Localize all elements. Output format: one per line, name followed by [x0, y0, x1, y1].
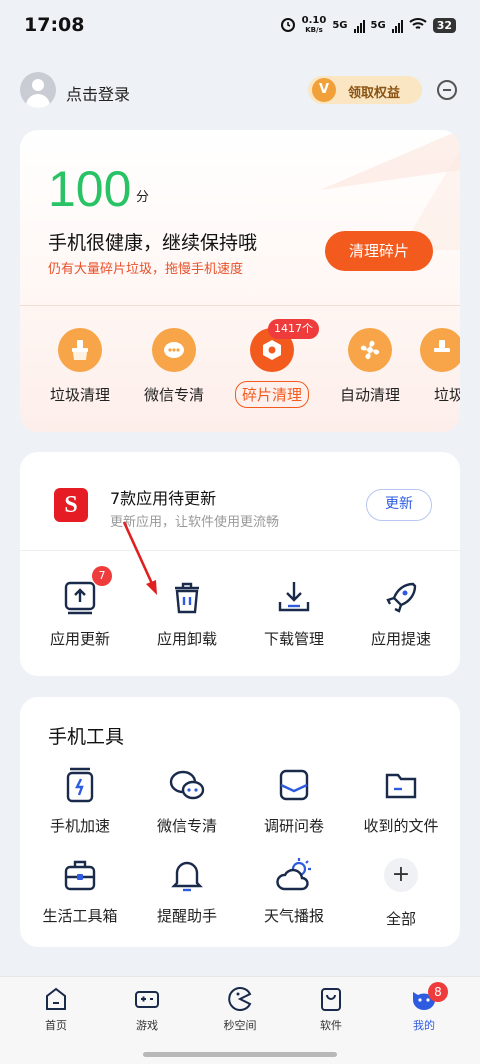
tool-received-files[interactable]: 收到的文件	[351, 765, 451, 836]
weather-icon	[274, 855, 314, 895]
health-title: 手机很健康，继续保持哦	[48, 232, 258, 254]
entry-label: 应用提速	[370, 630, 431, 648]
entry-label: 下载管理	[263, 630, 324, 648]
divider	[20, 550, 460, 551]
trash-icon	[167, 578, 207, 618]
app-update-icon	[60, 578, 100, 618]
vip-benefits-button[interactable]: V 领取权益	[308, 76, 422, 104]
tool-wechat-clean[interactable]: 微信专清	[137, 765, 237, 836]
bag-icon	[318, 986, 344, 1012]
nav-label: 秒空间	[223, 1019, 257, 1032]
net-unit: KB/s	[305, 26, 323, 34]
app-uninstall-entry[interactable]: 应用卸载	[137, 578, 237, 649]
download-manager-entry[interactable]: 下载管理	[244, 578, 344, 649]
quick-label: 碎片清理	[234, 381, 309, 408]
wifi-icon	[409, 17, 427, 34]
vip-icon: V	[312, 78, 336, 102]
status-time: 17:08	[24, 14, 85, 36]
nav-label: 游戏	[136, 1019, 158, 1032]
quick-label: 微信专清	[143, 386, 204, 404]
score-unit: 分	[136, 190, 150, 205]
quick-label: 垃圾清理	[434, 386, 460, 404]
nav-profile[interactable]: 我的	[384, 986, 464, 1033]
phone-boost-icon	[60, 765, 100, 805]
sim1-label: 5G	[332, 20, 348, 31]
quick-label: 自动清理	[339, 386, 400, 404]
fan-icon	[348, 328, 392, 372]
quick-auto-clean[interactable]: 自动清理	[325, 328, 415, 405]
broom-icon	[420, 328, 460, 372]
tool-all[interactable]: + 全部	[351, 855, 451, 929]
broom-icon	[58, 328, 102, 372]
tools-title: 手机工具	[48, 726, 125, 748]
profile-badge: 8	[428, 982, 448, 1002]
net-speed: 0.10	[301, 15, 327, 26]
quick-label: 垃圾清理	[49, 386, 110, 404]
tool-label: 提醒助手	[156, 907, 217, 925]
divider	[20, 305, 460, 306]
health-score: 100	[48, 161, 132, 217]
download-icon	[274, 578, 314, 618]
nav-label: 首页	[45, 1019, 67, 1032]
wechat-icon	[167, 765, 207, 805]
quick-junk-clean-2[interactable]: 垃圾清理	[420, 328, 460, 405]
tool-label: 收到的文件	[363, 817, 439, 835]
app-speedup-entry[interactable]: 应用提速	[351, 578, 451, 649]
entry-label: 应用更新	[49, 630, 110, 648]
nav-software[interactable]: 软件	[291, 986, 371, 1033]
health-subtitle: 仍有大量碎片垃圾，拖慢手机速度	[48, 262, 244, 277]
quick-junk-clean[interactable]: 垃圾清理	[35, 328, 125, 405]
pacman-icon	[227, 986, 253, 1012]
battery-icon: 32	[432, 18, 456, 33]
alarm-icon	[280, 16, 296, 35]
tool-label: 微信专清	[156, 817, 217, 835]
app-update-entry[interactable]: 应用更新	[30, 578, 130, 649]
sogou-app-icon: S	[54, 488, 88, 522]
nav-home[interactable]: 首页	[16, 986, 96, 1033]
tool-label: 手机加速	[49, 817, 110, 835]
nav-label: 我的	[413, 1019, 435, 1032]
rocket-icon	[381, 578, 421, 618]
tool-label: 全部	[385, 910, 416, 928]
home-icon	[43, 986, 69, 1012]
clean-fragments-button[interactable]: 清理碎片	[325, 231, 433, 271]
login-link[interactable]: 点击登录	[66, 81, 130, 105]
gamepad-icon	[134, 986, 160, 1012]
signal-icon-2	[391, 19, 403, 33]
wechat-icon	[152, 328, 196, 372]
tool-weather[interactable]: 天气播报	[244, 855, 344, 926]
update-button[interactable]: 更新	[366, 489, 432, 521]
sim2-label: 5G	[370, 20, 386, 31]
quick-fragment-clean[interactable]: 碎片清理	[227, 328, 317, 408]
survey-icon	[274, 765, 314, 805]
signal-icon	[353, 19, 365, 33]
fragment-count-badge: 1417个	[268, 319, 319, 339]
folder-icon	[381, 765, 421, 805]
nav-label: 软件	[320, 1019, 342, 1032]
vip-benefits-label: 领取权益	[348, 86, 401, 101]
plus-icon: +	[384, 858, 418, 892]
home-indicator[interactable]	[143, 1052, 337, 1057]
tool-reminder[interactable]: 提醒助手	[137, 855, 237, 926]
nav-space[interactable]: 秒空间	[200, 986, 280, 1033]
status-icons: 0.10 KB/s 5G 5G 32	[280, 16, 456, 35]
tool-label: 天气播报	[263, 907, 324, 925]
update-count-badge: 7	[92, 566, 112, 586]
bell-icon	[167, 855, 207, 895]
pending-updates-subtitle: 更新应用，让软件使用更流畅	[110, 515, 280, 530]
nav-games[interactable]: 游戏	[107, 986, 187, 1033]
tool-label: 调研问卷	[263, 817, 324, 835]
tool-survey[interactable]: 调研问卷	[244, 765, 344, 836]
pending-updates-title: 7款应用待更新	[110, 489, 217, 508]
quick-wechat-clean[interactable]: 微信专清	[129, 328, 219, 405]
avatar[interactable]	[20, 72, 56, 108]
tool-phone-boost[interactable]: 手机加速	[30, 765, 130, 836]
entry-label: 应用卸载	[156, 630, 217, 648]
minus-circle-icon[interactable]	[437, 80, 457, 100]
tool-label: 生活工具箱	[42, 907, 118, 925]
tool-life-toolbox[interactable]: 生活工具箱	[30, 855, 130, 926]
toolbox-icon	[60, 855, 100, 895]
